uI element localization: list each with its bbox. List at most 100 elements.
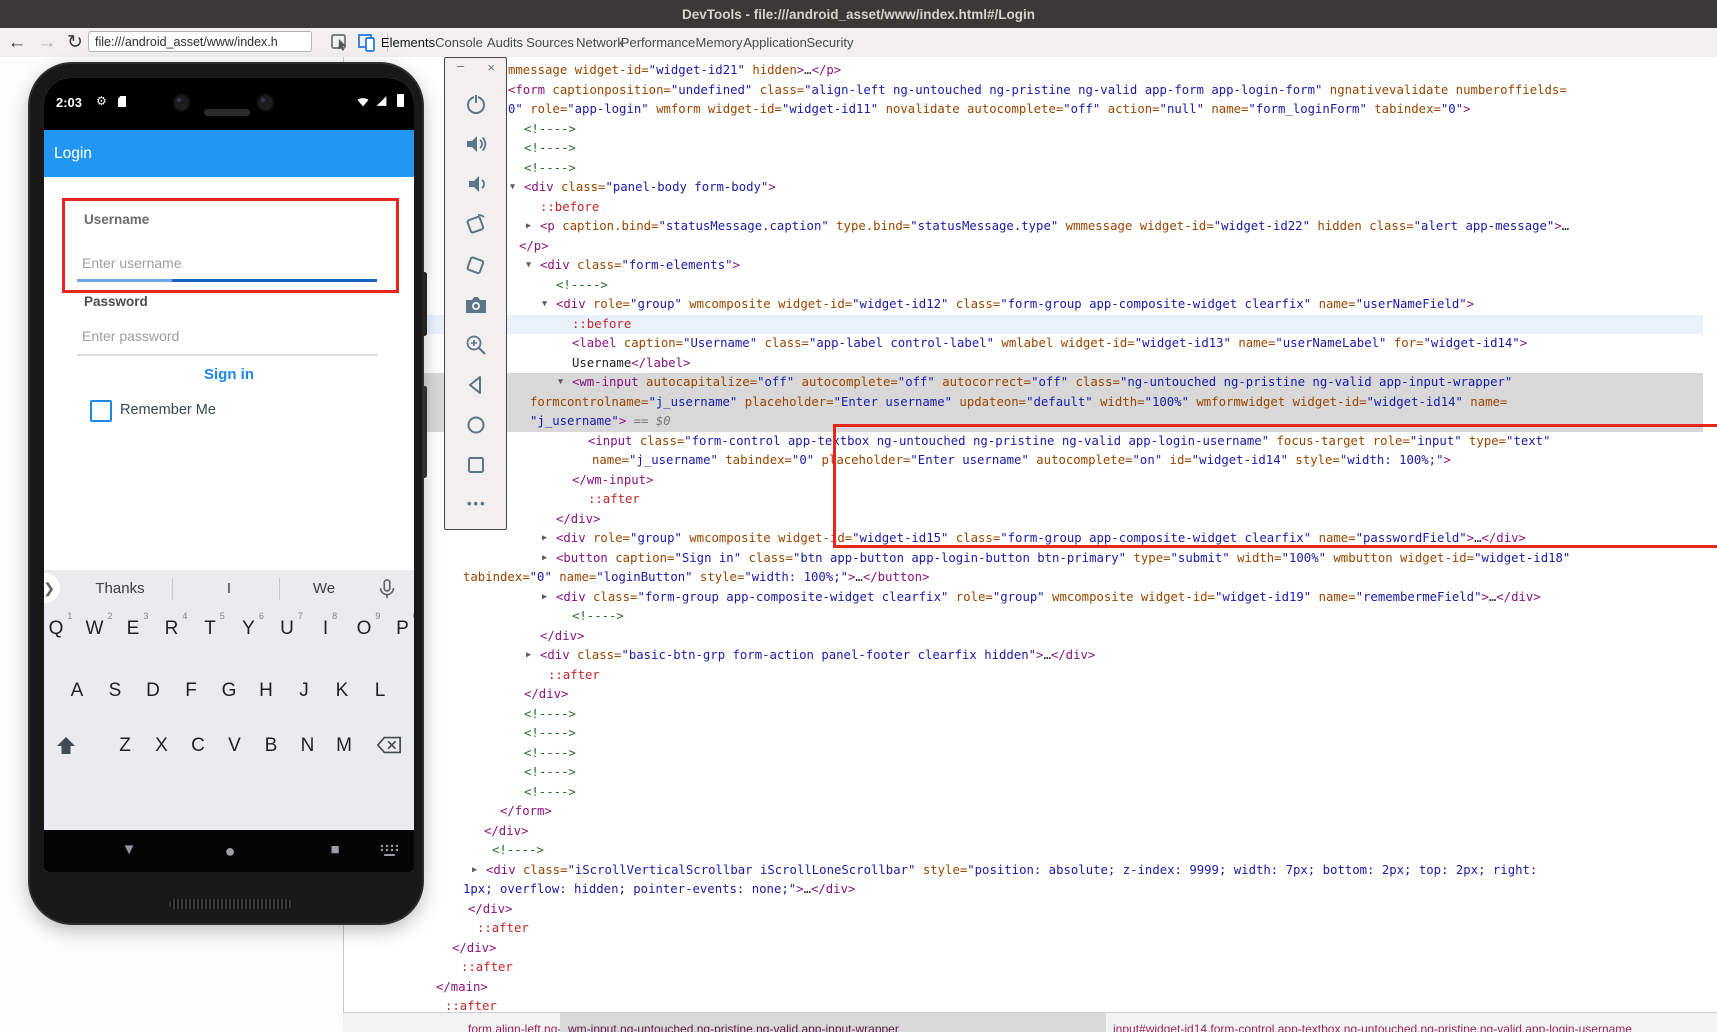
home-icon[interactable] [464, 413, 488, 437]
code-line[interactable]: ▶<div class="basic-btn-grp form-action p… [540, 646, 1095, 666]
code-line[interactable]: tabindex="0" name="loginButton" style="w… [463, 568, 929, 588]
sign-in-button[interactable]: Sign in [44, 366, 414, 383]
key-S[interactable]: S [109, 680, 122, 702]
code-line[interactable]: </div> [524, 685, 568, 705]
expand-arrow-icon[interactable]: ▶ [526, 646, 531, 666]
code-line[interactable]: ▼<div class="form-elements"> [540, 256, 740, 276]
code-line[interactable]: ::after [548, 666, 600, 686]
code-line[interactable]: <!----> [572, 607, 624, 627]
code-line[interactable]: Username</label> [572, 354, 690, 374]
code-line[interactable]: 1px; overflow: hidden; pointer-events: n… [463, 880, 855, 900]
tab-performance[interactable]: Performance [621, 28, 695, 57]
key-B[interactable]: B [265, 735, 278, 757]
device-toggle-icon[interactable] [356, 32, 378, 53]
expand-arrow-icon[interactable]: ▶ [472, 861, 477, 881]
shift-key-icon[interactable] [54, 734, 78, 758]
key-W[interactable]: W2 [86, 618, 104, 640]
zoom-icon[interactable] [464, 333, 488, 357]
key-U[interactable]: U7 [280, 618, 294, 640]
tab-console[interactable]: Console [435, 28, 483, 57]
key-Y[interactable]: Y6 [242, 618, 255, 640]
backspace-key-icon[interactable] [376, 735, 402, 755]
key-L[interactable]: L [375, 680, 386, 702]
code-line[interactable]: ::after [445, 997, 497, 1012]
code-line[interactable]: <!----> [524, 705, 576, 725]
code-line[interactable]: formcontrolname="j_username" placeholder… [530, 393, 1507, 413]
expand-arrow-icon[interactable]: ▶ [542, 549, 547, 569]
key-M[interactable]: M [336, 735, 352, 757]
code-line[interactable]: <!----> [492, 841, 544, 861]
code-line[interactable]: <!----> [556, 276, 608, 296]
tab-elements[interactable]: Elements [381, 28, 435, 57]
code-line[interactable]: <!----> [524, 120, 576, 140]
key-Q[interactable]: Q1 [49, 618, 64, 640]
mic-icon[interactable] [376, 578, 398, 602]
code-line[interactable]: </div> [468, 900, 512, 920]
code-line[interactable]: <!----> [524, 763, 576, 783]
tab-sources[interactable]: Sources [526, 28, 574, 57]
code-line[interactable]: ▼<div class="panel-body form-body"> [524, 178, 776, 198]
back-nav-icon[interactable]: ▼ [122, 841, 137, 858]
overview-icon[interactable] [464, 453, 488, 477]
tab-security[interactable]: Security [807, 28, 854, 57]
key-A[interactable]: A [71, 680, 84, 702]
expand-arrow-icon[interactable]: ▶ [542, 529, 547, 549]
rotate-right-icon[interactable] [464, 253, 488, 277]
key-P[interactable]: P0 [396, 618, 409, 640]
power-icon[interactable] [464, 92, 488, 116]
home-nav-icon[interactable]: ● [225, 841, 236, 862]
key-R[interactable]: R4 [165, 618, 179, 640]
suggestions-expand-chevron[interactable]: ❯ [44, 573, 60, 603]
breadcrumb-item[interactable]: input#widget-id14.form-control.app-textb… [1105, 1013, 1640, 1032]
code-line[interactable]: <!----> [524, 744, 576, 764]
suggestion-chip[interactable]: We [313, 580, 335, 597]
code-line[interactable]: ::after [477, 919, 529, 939]
key-E[interactable]: E3 [127, 618, 140, 640]
keyboard-hide-icon[interactable] [380, 844, 398, 857]
code-line[interactable]: mmessage widget-id="widget-id21" hidden>… [508, 61, 841, 81]
volume-down-icon[interactable] [464, 172, 488, 196]
expand-arrow-icon[interactable]: ▶ [526, 217, 531, 237]
key-D[interactable]: D [146, 680, 160, 702]
more-icon[interactable]: ••• [467, 496, 487, 511]
inspect-cursor-icon[interactable] [330, 32, 352, 53]
tab-memory[interactable]: Memory [696, 28, 743, 57]
toolbar-close-button[interactable]: × [487, 60, 495, 75]
collapse-arrow-icon[interactable]: ▼ [558, 373, 563, 393]
code-line[interactable]: ▼<div role="group" wmcomposite widget-id… [556, 295, 1474, 315]
key-J[interactable]: J [299, 680, 309, 702]
key-Z[interactable]: Z [119, 735, 131, 757]
key-V[interactable]: V [228, 735, 241, 757]
code-line[interactable]: </main> [436, 978, 488, 998]
key-T[interactable]: T5 [204, 618, 216, 640]
code-line[interactable]: </div> [452, 939, 496, 959]
url-input[interactable]: file:///android_asset/www/index.h [88, 31, 312, 52]
rotate-left-icon[interactable] [464, 213, 488, 237]
tab-audits[interactable]: Audits [487, 28, 523, 57]
camera-icon[interactable] [464, 293, 488, 317]
remember-me-checkbox[interactable] [90, 400, 112, 422]
key-N[interactable]: N [301, 735, 315, 757]
tab-application[interactable]: Application [743, 28, 807, 57]
key-O[interactable]: O9 [357, 618, 372, 640]
suggestion-chip[interactable]: I [227, 580, 231, 597]
code-line[interactable]: ▶<div class="iScrollVerticalScrollbar iS… [486, 861, 1537, 881]
code-line[interactable]: ::before [540, 198, 599, 218]
collapse-arrow-icon[interactable]: ▼ [526, 256, 531, 276]
username-input[interactable]: Enter username [82, 255, 182, 271]
key-I[interactable]: I8 [323, 618, 328, 640]
code-line[interactable]: </div> [556, 510, 600, 530]
key-K[interactable]: K [336, 680, 349, 702]
toolbar-minimize-button[interactable]: – [457, 58, 464, 73]
code-line[interactable]: ::after [588, 490, 640, 510]
code-line[interactable]: <!----> [524, 724, 576, 744]
back-button[interactable]: ← [4, 28, 30, 57]
code-line[interactable]: </p> [519, 237, 549, 257]
collapse-arrow-icon[interactable]: ▼ [542, 295, 547, 315]
back-icon[interactable] [464, 373, 488, 397]
code-line[interactable]: <label caption="Username" class="app-lab… [572, 334, 1527, 354]
code-line[interactable]: </div> [540, 627, 584, 647]
code-line[interactable]: <!----> [524, 139, 576, 159]
collapse-arrow-icon[interactable]: ▼ [510, 178, 515, 198]
suggestion-chip[interactable]: Thanks [95, 580, 144, 597]
